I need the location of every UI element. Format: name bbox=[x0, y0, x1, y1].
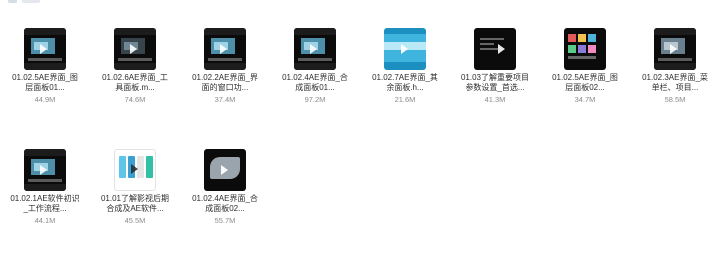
video-thumbnail-icon bbox=[204, 149, 246, 191]
video-thumbnail-icon bbox=[654, 28, 696, 70]
file-grid: 01.02.5AE界面_图 层面板01... 44.9M 01.02.6AE界面… bbox=[0, 0, 720, 242]
file-size: 97.2M bbox=[304, 95, 326, 104]
video-thumbnail-icon bbox=[24, 149, 66, 191]
file-item[interactable]: 01.02.4AE界面_合 成面板02... 55.7M bbox=[180, 145, 270, 255]
video-thumbnail-icon bbox=[114, 28, 156, 70]
file-name: 01.02.4AE界面_合 成面板01... bbox=[282, 73, 348, 92]
file-name: 01.02.2AE界面_界 面的窗口功... bbox=[192, 73, 258, 92]
file-size: 45.5M bbox=[124, 216, 146, 225]
file-name: 01.02.4AE界面_合 成面板02... bbox=[192, 194, 258, 213]
file-size: 41.3M bbox=[484, 95, 506, 104]
file-name: 01.02.7AE界面_其 余面板.h... bbox=[372, 73, 438, 92]
video-thumbnail-icon bbox=[114, 149, 156, 191]
file-size: 34.7M bbox=[574, 95, 596, 104]
file-name: 01.02.1AE软件初识 _工作流程... bbox=[10, 194, 80, 213]
file-name: 01.02.6AE界面_工 具面板.m... bbox=[102, 73, 168, 92]
video-thumbnail-icon bbox=[204, 28, 246, 70]
file-name: 01.03了解重要项目 参数设置_首选... bbox=[460, 73, 530, 92]
file-size: 44.9M bbox=[34, 95, 56, 104]
file-name: 01.02.3AE界面_菜 单栏、项目... bbox=[642, 73, 708, 92]
file-size: 55.7M bbox=[214, 216, 236, 225]
video-thumbnail-icon bbox=[24, 28, 66, 70]
file-item[interactable]: 01.02.6AE界面_工 具面板.m... 74.6M bbox=[90, 24, 180, 134]
file-item[interactable]: 01.02.3AE界面_菜 单栏、项目... 58.5M bbox=[630, 24, 720, 134]
file-size: 58.5M bbox=[664, 95, 686, 104]
file-item[interactable]: 01.02.5AE界面_图 层面板01... 44.9M bbox=[0, 24, 90, 134]
file-item[interactable]: 01.03了解重要项目 参数设置_首选... 41.3M bbox=[450, 24, 540, 134]
video-thumbnail-icon bbox=[294, 28, 336, 70]
file-size: 21.6M bbox=[394, 95, 416, 104]
file-item[interactable]: 01.02.1AE软件初识 _工作流程... 44.1M bbox=[0, 145, 90, 255]
video-thumbnail-icon bbox=[564, 28, 606, 70]
file-name: 01.02.5AE界面_图 层面板01... bbox=[12, 73, 78, 92]
file-name: 01.02.5AE界面_图 层面板02... bbox=[552, 73, 618, 92]
file-item[interactable]: 01.02.4AE界面_合 成面板01... 97.2M bbox=[270, 24, 360, 134]
file-size: 44.1M bbox=[34, 216, 56, 225]
file-size: 74.6M bbox=[124, 95, 146, 104]
file-size: 37.4M bbox=[214, 95, 236, 104]
file-name: 01.01了解影视后期 合成及AE软件... bbox=[100, 194, 170, 213]
video-thumbnail-icon bbox=[474, 28, 516, 70]
file-item[interactable]: 01.02.7AE界面_其 余面板.h... 21.6M bbox=[360, 24, 450, 134]
video-thumbnail-icon bbox=[384, 28, 426, 70]
file-item[interactable]: 01.02.5AE界面_图 层面板02... 34.7M bbox=[540, 24, 630, 134]
file-item[interactable]: 01.02.2AE界面_界 面的窗口功... 37.4M bbox=[180, 24, 270, 134]
file-item[interactable]: 01.01了解影视后期 合成及AE软件... 45.5M bbox=[90, 145, 180, 255]
